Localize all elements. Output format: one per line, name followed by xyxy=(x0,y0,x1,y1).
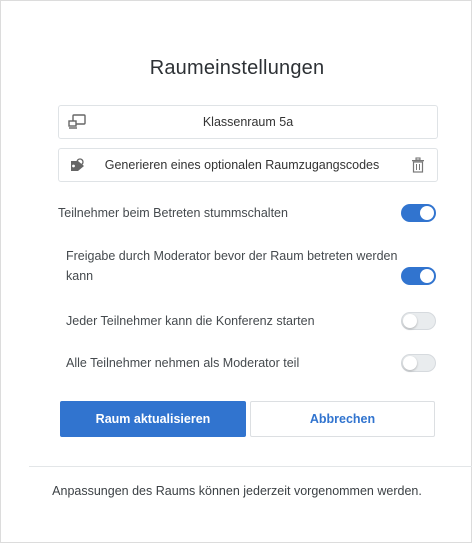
setting-moderator-approval: Freigabe durch Moderator bevor der Raum … xyxy=(66,246,426,286)
update-room-button[interactable]: Raum aktualisieren xyxy=(60,401,246,437)
toggle-moderator-approval[interactable] xyxy=(401,267,436,285)
setting-label: Alle Teilnehmer nehmen als Moderator tei… xyxy=(66,356,300,370)
dialog-title: Raumeinstellungen xyxy=(149,57,325,79)
toggle-mute-on-join[interactable] xyxy=(401,204,436,222)
divider xyxy=(29,466,472,467)
room-icon xyxy=(68,114,86,129)
access-code-field[interactable]: Generieren eines optionalen Raumzugangsc… xyxy=(58,148,438,182)
trash-icon[interactable] xyxy=(411,157,425,173)
cancel-button[interactable]: Abbrechen xyxy=(250,401,435,437)
access-code-label: Generieren eines optionalen Raumzugangsc… xyxy=(104,158,380,172)
room-name-value: Klassenraum 5a xyxy=(202,115,294,129)
setting-anyone-start: Jeder Teilnehmer kann die Konferenz star… xyxy=(66,311,446,331)
room-settings-dialog: Raumeinstellungen Klassenraum 5a Generie… xyxy=(0,0,472,543)
toggle-knob xyxy=(420,206,434,220)
toggle-anyone-start[interactable] xyxy=(401,312,436,330)
toggle-all-moderators[interactable] xyxy=(401,354,436,372)
key-code-icon xyxy=(71,158,84,171)
toggle-knob xyxy=(420,269,434,283)
setting-mute-on-join: Teilnehmer beim Betreten stummschalten xyxy=(58,203,438,223)
setting-label: Teilnehmer beim Betreten stummschalten xyxy=(58,206,288,220)
footer-note: Anpassungen des Raums können jederzeit v… xyxy=(52,484,422,498)
toggle-knob xyxy=(403,314,417,328)
setting-label: Jeder Teilnehmer kann die Konferenz star… xyxy=(66,314,315,328)
setting-label: Freigabe durch Moderator bevor der Raum … xyxy=(66,249,398,283)
room-name-field[interactable]: Klassenraum 5a xyxy=(58,105,438,139)
toggle-knob xyxy=(403,356,417,370)
setting-all-moderators: Alle Teilnehmer nehmen als Moderator tei… xyxy=(66,353,446,373)
